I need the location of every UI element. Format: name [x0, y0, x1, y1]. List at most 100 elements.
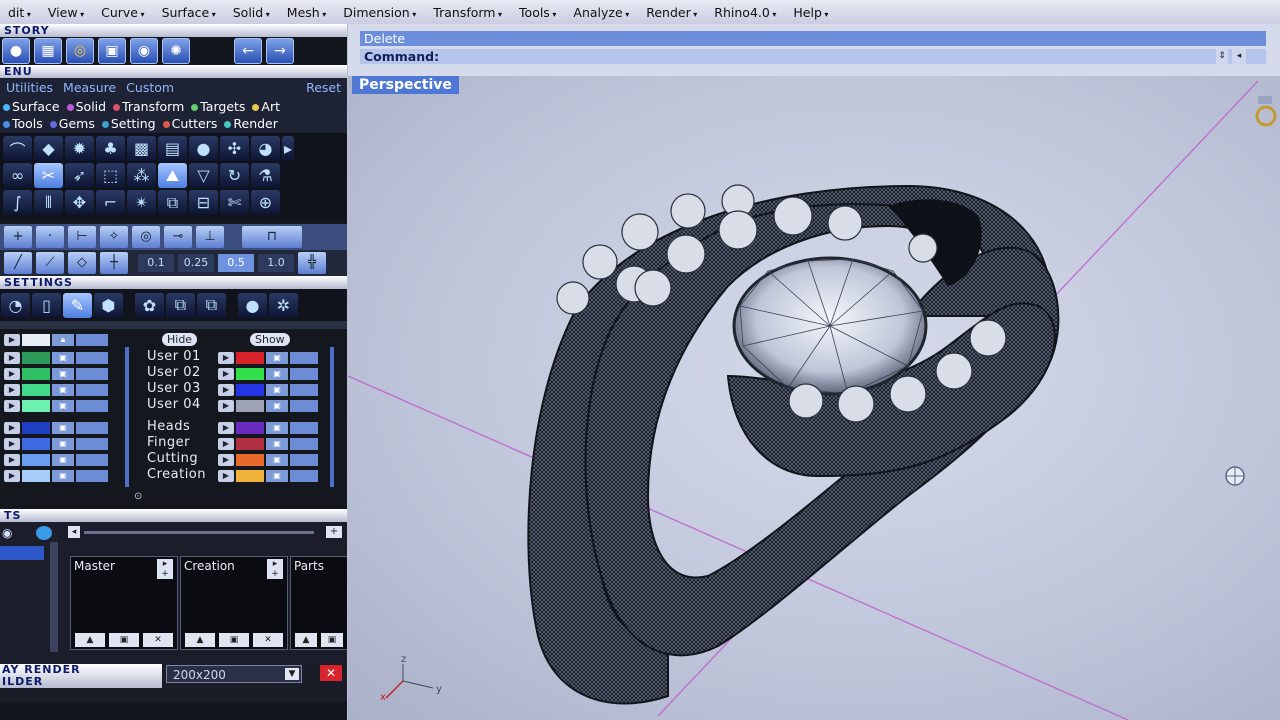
shade-icon[interactable]: ● — [238, 292, 267, 318]
move-up-button[interactable]: ▲ — [75, 633, 105, 647]
user-03-color[interactable] — [236, 384, 264, 396]
link-icon[interactable]: ⧉ — [158, 190, 187, 215]
step-value-3[interactable]: 0.5 — [218, 254, 254, 272]
step-value-4[interactable]: 1.0 — [258, 254, 294, 272]
rotate-icon[interactable]: ↻ — [220, 163, 249, 188]
pencil-icon[interactable]: ✎ — [63, 292, 92, 318]
layer-creation[interactable]: Creation — [147, 467, 206, 482]
column-arrows[interactable]: ▸ + — [157, 559, 173, 579]
ball-icon[interactable]: ● — [189, 136, 218, 161]
near-icon[interactable]: ✧ — [100, 226, 128, 248]
creation-controls[interactable]: ▶ ▣ — [218, 469, 318, 483]
navigation-cube-icon[interactable] — [1225, 466, 1245, 486]
menu-edit[interactable]: dit — [0, 5, 40, 20]
globe-icon[interactable]: ◉ — [130, 38, 158, 64]
parts-scrollbar[interactable] — [50, 542, 58, 652]
delete-button[interactable]: ✕ — [143, 633, 173, 647]
curve-icon[interactable]: ∫ — [3, 190, 32, 215]
layer-color[interactable] — [22, 422, 50, 434]
menu-analyze[interactable]: Analyze — [565, 5, 638, 20]
menu-help[interactable]: Help — [785, 5, 837, 20]
step-value-2[interactable]: 0.25 — [178, 254, 214, 272]
layer-color[interactable] — [22, 352, 50, 364]
layer-color[interactable] — [22, 400, 50, 412]
user-01-controls[interactable]: ▶ ▣ — [218, 351, 318, 365]
move-up-button[interactable]: ▲ — [185, 633, 215, 647]
cut-icon[interactable]: ✄ — [220, 190, 249, 215]
layer-row-green4[interactable]: ▶ ▣ — [4, 399, 108, 413]
command-prompt[interactable]: Command: — [360, 49, 1266, 64]
diamond-icon[interactable]: ◇ — [68, 252, 96, 274]
creation-color[interactable] — [236, 470, 264, 482]
layer-cutting[interactable]: Cutting — [147, 451, 198, 466]
layer-row-blue1[interactable]: ▶ ▣ — [4, 421, 108, 435]
layer-scrollbar[interactable] — [125, 347, 129, 487]
category-art[interactable]: Art — [252, 99, 280, 114]
heads-color[interactable] — [236, 422, 264, 434]
command-spinner-icon[interactable]: ⇕ — [1216, 49, 1228, 64]
prong-icon[interactable]: ♣ — [96, 136, 125, 161]
page-icon[interactable]: ▯ — [32, 292, 61, 318]
sphere-icon[interactable]: ● — [2, 38, 30, 64]
plus-icon[interactable]: ┼ — [100, 252, 128, 274]
lock-icon[interactable]: 🔒︎ — [52, 334, 74, 346]
category-render[interactable]: Render — [224, 116, 278, 131]
lock-icon[interactable]: ▣ — [52, 352, 74, 364]
forward-arrow-icon[interactable]: → — [266, 38, 294, 64]
parts-column-parts[interactable]: Parts ▲ ▣ — [290, 556, 347, 650]
paste-icon[interactable]: ⧉ — [197, 292, 226, 318]
arc-icon[interactable]: ⌒ — [3, 136, 32, 161]
reset-button[interactable]: Reset — [306, 80, 341, 95]
chevron-down-icon[interactable]: ▼ — [285, 668, 299, 680]
layer-expand-icon[interactable]: ▶ — [4, 334, 20, 346]
parts-add-button[interactable]: + — [326, 526, 342, 538]
close-icon[interactable]: ✕ — [320, 665, 342, 681]
line-icon[interactable]: ╱ — [4, 252, 32, 274]
category-cutters[interactable]: Cutters — [162, 116, 217, 131]
more-icon[interactable]: ▸ — [282, 136, 294, 161]
viewport-title[interactable]: Perspective — [352, 76, 459, 94]
copy-icon[interactable]: ⧉ — [166, 292, 195, 318]
world-icon[interactable]: ⊕ — [251, 190, 280, 215]
crosshair-icon[interactable]: + — [4, 226, 32, 248]
category-surface[interactable]: Surface — [3, 99, 60, 114]
mid-icon[interactable]: ⊸ — [164, 226, 192, 248]
grid-icon[interactable]: ▦ — [34, 38, 62, 64]
show-button[interactable]: Show — [250, 333, 290, 346]
sweep-icon[interactable]: ➶ — [65, 163, 94, 188]
parts-selected-item[interactable] — [0, 546, 44, 560]
layer-user-01[interactable]: User 01 — [147, 349, 201, 364]
cone-icon[interactable]: ▽ — [189, 163, 218, 188]
pipette-icon[interactable]: ⚗ — [251, 163, 280, 188]
light-icon[interactable]: ✹ — [65, 136, 94, 161]
layer-user-04[interactable]: User 04 — [147, 397, 201, 412]
back-arrow-icon[interactable]: ← — [234, 38, 262, 64]
cutting-controls[interactable]: ▶ ▣ — [218, 453, 318, 467]
layer-color[interactable] — [22, 368, 50, 380]
tab-measure[interactable]: Measure — [63, 80, 116, 95]
corner-icon[interactable]: ⌐ — [96, 190, 125, 215]
layer-row-blue2[interactable]: ▶ ▣ — [4, 437, 108, 451]
layer-row-blue3[interactable]: ▶ ▣ — [4, 453, 108, 467]
box-icon[interactable]: ▣ — [98, 38, 126, 64]
ortho-toggle[interactable]: ⊓ — [242, 226, 302, 248]
column-arrows[interactable]: ▸ + — [267, 559, 283, 579]
layer-user-03[interactable]: User 03 — [147, 381, 201, 396]
user-02-color[interactable] — [236, 368, 264, 380]
save-button[interactable]: ▣ — [219, 633, 249, 647]
cube-icon[interactable]: ⬢ — [94, 292, 123, 318]
render-size-select[interactable]: 200x200 ▼ — [166, 665, 302, 683]
lock-icon[interactable]: ▣ — [52, 368, 74, 380]
menu-dimension[interactable]: Dimension — [335, 5, 425, 20]
eye-settings-icon[interactable]: ◔ — [1, 292, 30, 318]
eye-icon[interactable]: ◉ — [2, 526, 22, 540]
polyline-icon[interactable]: ⟋ — [36, 252, 64, 274]
layer-color[interactable] — [22, 384, 50, 396]
settings-gear-icon[interactable]: ✲ — [269, 292, 298, 318]
category-solid[interactable]: Solid — [66, 99, 106, 114]
layer-finger[interactable]: Finger — [147, 435, 190, 450]
heads-controls[interactable]: ▶ ▣ — [218, 421, 318, 435]
scissor-icon[interactable]: ✂ — [34, 163, 63, 188]
splash-icon[interactable]: ✴ — [127, 190, 156, 215]
columns-icon[interactable]: ⫴ — [34, 190, 63, 215]
